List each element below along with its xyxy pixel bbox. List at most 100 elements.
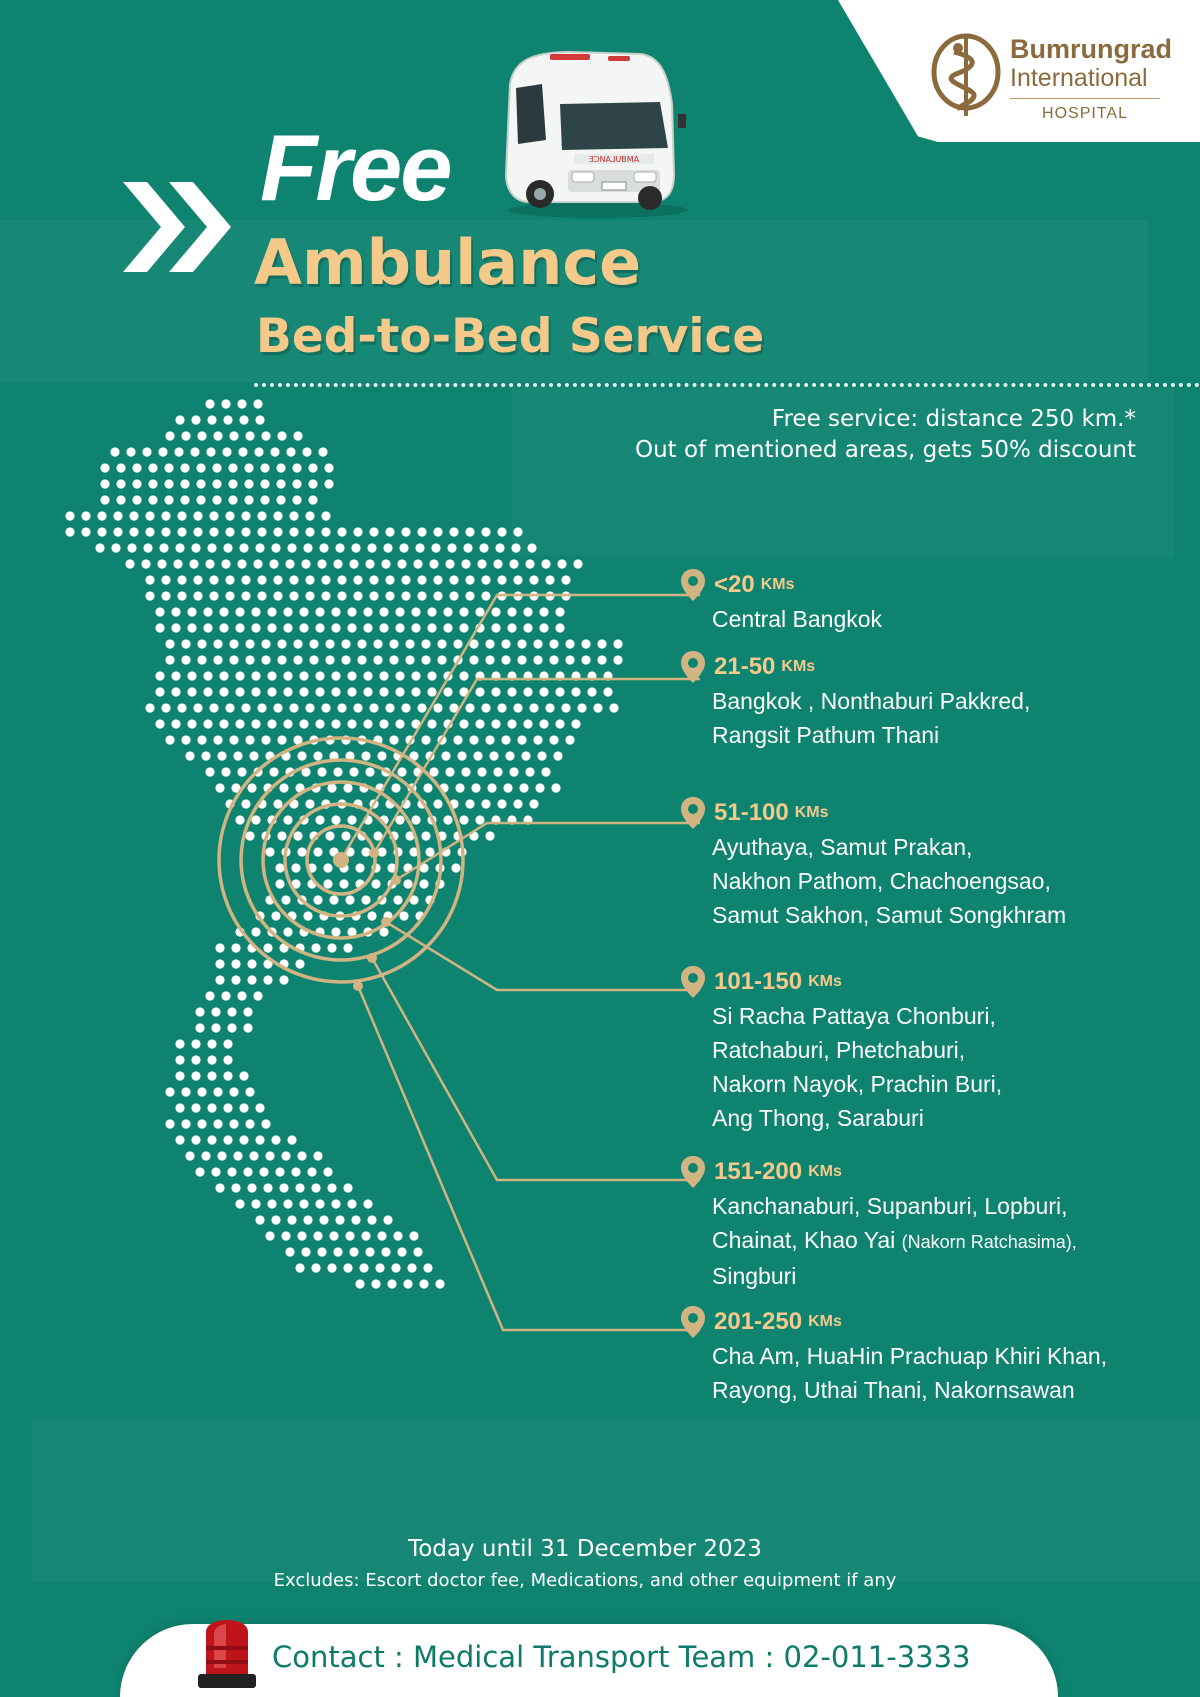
map-dot xyxy=(469,735,479,745)
map-dot xyxy=(263,975,273,985)
map-dot xyxy=(315,671,325,681)
map-dot xyxy=(239,1071,249,1081)
map-dot xyxy=(571,719,581,729)
map-dot xyxy=(171,719,181,729)
map-dot xyxy=(148,463,158,473)
map-dot xyxy=(251,815,261,825)
map-dot xyxy=(369,591,379,601)
map-dot xyxy=(253,991,263,1001)
map-dot xyxy=(317,559,327,569)
map-dot xyxy=(203,719,213,729)
map-dot xyxy=(433,527,443,537)
map-dot xyxy=(399,543,409,553)
map-dot xyxy=(485,735,495,745)
map-dot xyxy=(397,559,407,569)
map-dot xyxy=(321,703,331,713)
map-dot xyxy=(174,447,184,457)
map-dot xyxy=(303,543,313,553)
map-dot xyxy=(229,735,239,745)
map-dot xyxy=(229,639,239,649)
map-dot xyxy=(227,1167,237,1177)
map-dot xyxy=(193,527,203,537)
map-dot xyxy=(291,1167,301,1177)
map-dot xyxy=(228,479,238,489)
map-dot xyxy=(497,799,507,809)
map-dot xyxy=(289,591,299,601)
map-dot xyxy=(355,863,365,873)
map-dot xyxy=(299,623,309,633)
map-dot xyxy=(235,607,245,617)
map-dot xyxy=(193,575,203,585)
map-dot xyxy=(389,655,399,665)
map-dot xyxy=(223,415,233,425)
map-dot xyxy=(289,703,299,713)
map-dot xyxy=(211,1167,221,1177)
map-dot xyxy=(251,623,261,633)
map-dot xyxy=(251,607,261,617)
map-dot xyxy=(132,479,142,489)
map-dot xyxy=(219,623,229,633)
map-dot xyxy=(427,671,437,681)
map-dot xyxy=(261,1119,271,1129)
map-dot xyxy=(577,703,587,713)
map-dot xyxy=(191,1039,201,1049)
map-dot xyxy=(254,447,264,457)
map-dot xyxy=(481,575,491,585)
map-dot xyxy=(423,783,433,793)
map-dot xyxy=(287,1135,297,1145)
hospital-logo-text: Bumrungrad International HOSPITAL xyxy=(1010,34,1172,124)
map-dot xyxy=(251,671,261,681)
map-dot xyxy=(287,1215,297,1225)
map-dot xyxy=(235,671,245,681)
map-dot xyxy=(145,511,155,521)
map-dot xyxy=(351,543,361,553)
map-dot xyxy=(285,559,295,569)
map-dot xyxy=(443,815,453,825)
map-dot xyxy=(421,831,431,841)
map-dot xyxy=(379,671,389,681)
map-dot xyxy=(405,655,415,665)
map-dot xyxy=(545,575,555,585)
map-dot xyxy=(132,463,142,473)
map-dot xyxy=(205,559,215,569)
map-dot xyxy=(353,591,363,601)
map-dot xyxy=(197,639,207,649)
map-dot xyxy=(389,735,399,745)
map-dot xyxy=(155,687,165,697)
map-dot xyxy=(132,495,142,505)
map-dot xyxy=(297,847,307,857)
map-dot xyxy=(233,1151,243,1161)
map-dot xyxy=(209,511,219,521)
range-km: 101-150 xyxy=(714,968,803,995)
map-dot xyxy=(407,1263,417,1273)
map-dot xyxy=(337,527,347,537)
map-dot xyxy=(413,1247,423,1257)
map-dot xyxy=(421,735,431,745)
map-dot xyxy=(191,543,201,553)
map-dot xyxy=(247,1183,257,1193)
map-dot xyxy=(347,687,357,697)
map-dot xyxy=(175,1135,185,1145)
map-dot xyxy=(251,1199,261,1209)
map-dot xyxy=(461,559,471,569)
map-dot xyxy=(321,575,331,585)
map-dot xyxy=(187,623,197,633)
leader-anchor-dot xyxy=(369,848,379,858)
map-dot xyxy=(475,607,485,617)
map-dot xyxy=(161,703,171,713)
map-dot xyxy=(581,655,591,665)
map-dot xyxy=(523,623,533,633)
range-unit: KMs xyxy=(760,576,795,593)
map-dot xyxy=(225,703,235,713)
map-dot xyxy=(397,1247,407,1257)
map-dot xyxy=(237,559,247,569)
map-dot xyxy=(485,639,495,649)
map-dot xyxy=(221,399,231,409)
map-dot xyxy=(331,687,341,697)
map-dot xyxy=(469,655,479,665)
map-dot xyxy=(369,527,379,537)
map-dot xyxy=(171,623,181,633)
map-dot xyxy=(481,703,491,713)
map-dot xyxy=(283,719,293,729)
map-dot xyxy=(212,463,222,473)
